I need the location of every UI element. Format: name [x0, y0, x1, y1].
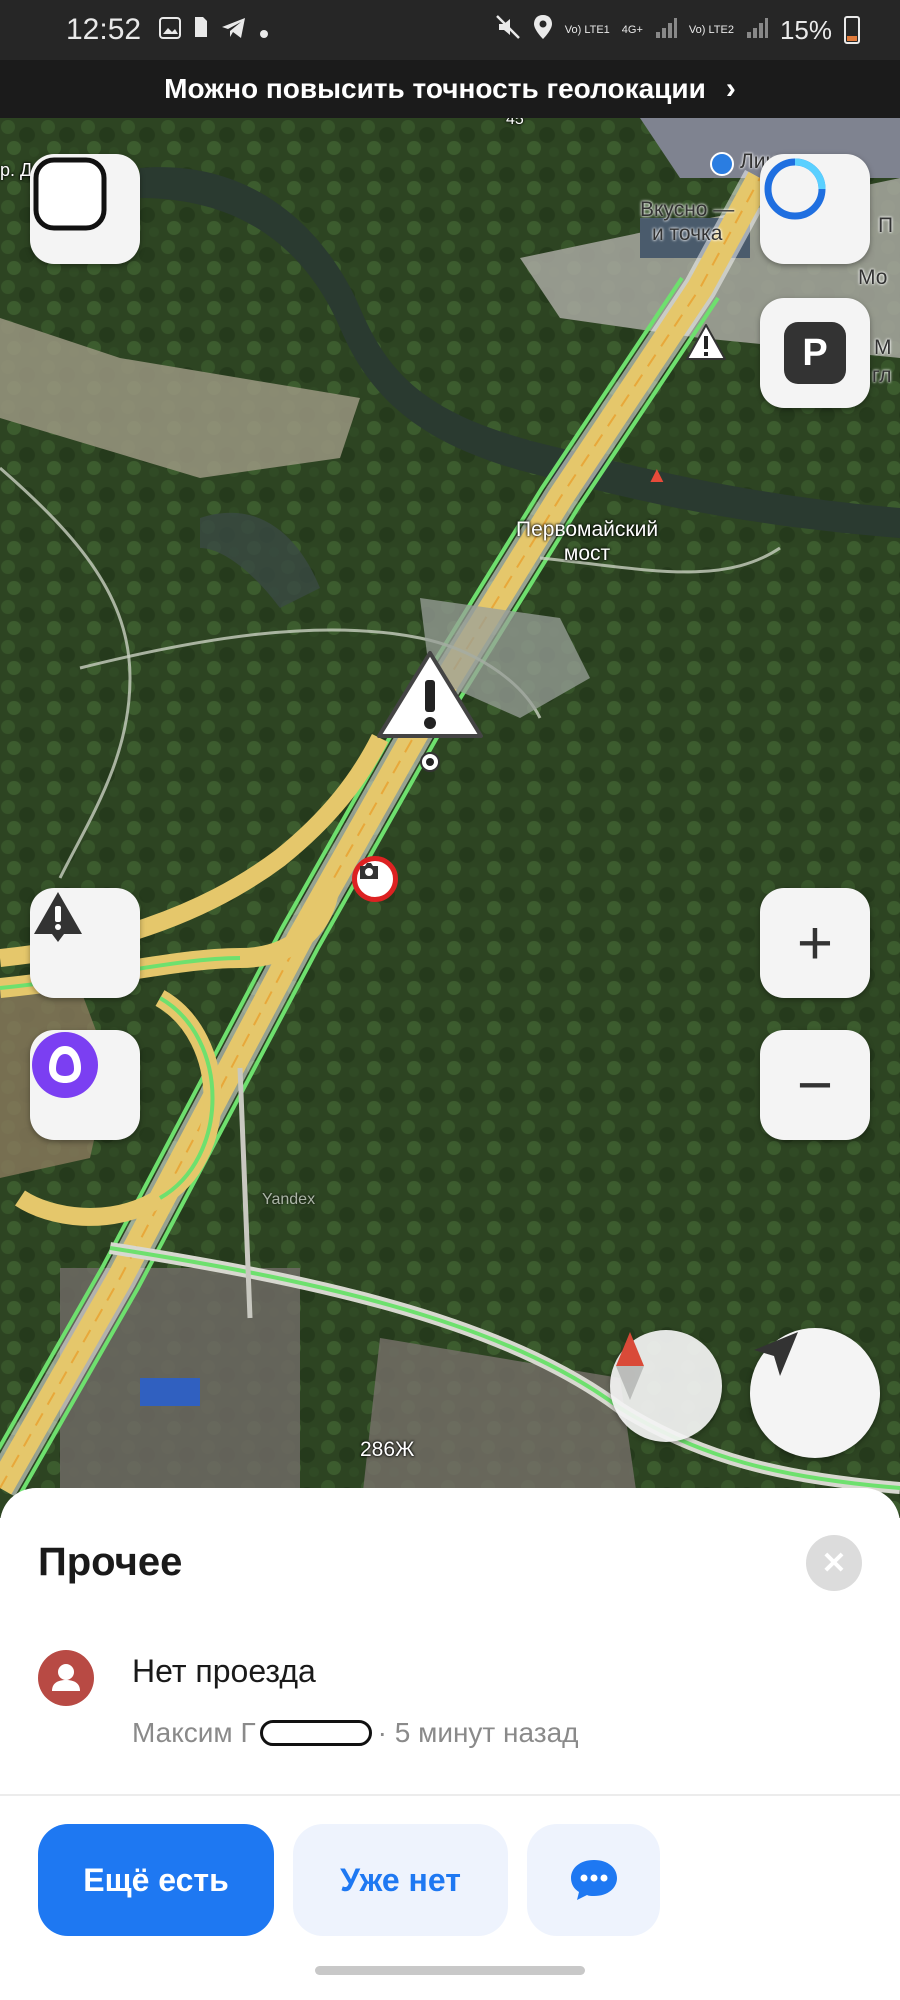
zoom-in-button[interactable]: + — [760, 888, 870, 998]
direction-arrow-icon: ▲ — [646, 462, 668, 487]
map-label-cafe: Вкусно — и точка — [640, 198, 735, 245]
app-screen: 12:52 Vo) LTE1 4G+ Vo) LTE2 15% Можно по… — [0, 0, 900, 2000]
comments-button[interactable] — [527, 1824, 660, 1936]
menu-button[interactable] — [30, 154, 140, 264]
map-label-edge: Мо — [858, 266, 888, 289]
map-watermark: Yandex — [262, 1191, 316, 1208]
map-view[interactable]: Первомайский мост Вкусно — и точка Линия… — [0, 118, 900, 1518]
speed-camera-icon[interactable] — [352, 856, 398, 902]
battery-icon — [844, 16, 860, 44]
map-label-bridge: Первомайский мост — [516, 518, 659, 565]
geolocation-accuracy-banner[interactable]: Можно повысить точность геолокации › — [0, 60, 900, 118]
telegram-icon — [221, 14, 247, 46]
my-location-button[interactable] — [750, 1328, 880, 1458]
sim1-network: Vo) LTE1 — [564, 24, 610, 36]
chevron-right-icon: › — [725, 72, 736, 105]
home-indicator[interactable] — [315, 1966, 585, 1975]
network-type: 4G+ — [621, 24, 643, 36]
close-button[interactable]: ✕ — [806, 1535, 862, 1591]
location-icon — [533, 14, 553, 47]
map-label-edge: гл — [872, 364, 892, 387]
event-author: Максим Г — [132, 1717, 256, 1748]
sheet-title: Прочее — [38, 1540, 183, 1584]
report-incident-icon — [34, 892, 82, 942]
status-bar: 12:52 Vo) LTE1 4G+ Vo) LTE2 15% — [0, 0, 900, 60]
event-title: Нет проезда — [132, 1653, 316, 1689]
signal-icon — [746, 15, 768, 46]
square-menu-icon — [33, 157, 107, 231]
status-time: 12:52 — [66, 13, 142, 46]
shop-marker-icon[interactable] — [710, 152, 734, 176]
still-there-button[interactable]: Ещё есть — [38, 1824, 274, 1936]
user-icon — [52, 1664, 80, 1691]
divider — [0, 1794, 900, 1796]
sim-icon — [193, 14, 209, 46]
map-label-edge: М — [874, 336, 892, 359]
mute-icon — [495, 14, 521, 47]
gone-button[interactable]: Уже нет — [293, 1824, 508, 1936]
alice-ring-button[interactable] — [760, 154, 870, 264]
signal-icon — [655, 15, 677, 46]
chat-bubble-icon — [570, 1860, 617, 1900]
redacted-name — [259, 1720, 372, 1746]
map-label-number: 45 — [506, 118, 524, 128]
map-label-plate: 286Ж — [360, 1438, 415, 1461]
event-meta: Максим Г · 5 минут назад — [132, 1717, 579, 1749]
sim2-network: Vo) LTE2 — [688, 24, 734, 36]
alice-ring-icon — [764, 158, 826, 220]
avatar — [38, 1650, 94, 1706]
compass-button[interactable] — [610, 1330, 722, 1442]
alice-voice-button[interactable] — [30, 1030, 140, 1140]
alice-voice-icon — [32, 1032, 98, 1098]
gallery-icon — [159, 14, 182, 46]
banner-text: Можно повысить точность геолокации — [164, 73, 706, 104]
report-incident-button[interactable] — [30, 888, 140, 998]
event-time: · 5 минут назад — [377, 1717, 579, 1748]
parking-icon: P — [784, 322, 846, 384]
notification-dot-icon — [259, 14, 269, 46]
event-bottom-sheet: Прочее ✕ Нет проезда Максим Г · 5 минут … — [0, 1488, 900, 2000]
map-label-edge: П — [878, 214, 894, 237]
zoom-out-button[interactable]: − — [760, 1030, 870, 1140]
status-right: Vo) LTE1 4G+ Vo) LTE2 15% — [495, 14, 860, 47]
battery-percent: 15% — [779, 14, 832, 45]
compass-icon — [616, 1332, 644, 1400]
my-location-icon — [754, 1332, 798, 1376]
parking-button[interactable]: P — [760, 298, 870, 408]
